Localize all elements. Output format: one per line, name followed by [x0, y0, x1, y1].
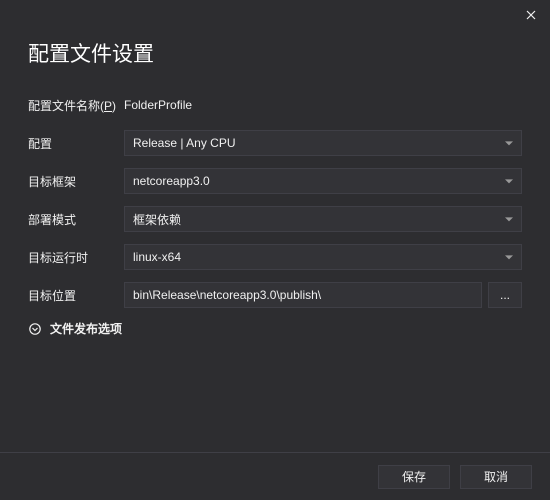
row-configuration: 配置 Release | Any CPU: [28, 130, 522, 156]
dialog-footer: 保存 取消: [0, 452, 550, 500]
select-deploy-mode[interactable]: 框架依赖: [124, 206, 522, 232]
row-target-location: 目标位置 bin\Release\netcoreapp3.0\publish\ …: [28, 282, 522, 308]
select-target-framework-value: netcoreapp3.0: [133, 174, 210, 188]
cancel-button[interactable]: 取消: [460, 465, 532, 489]
textbox-target-location[interactable]: bin\Release\netcoreapp3.0\publish\: [124, 282, 482, 308]
page-title: 配置文件设置: [28, 38, 522, 68]
save-button[interactable]: 保存: [378, 465, 450, 489]
select-configuration[interactable]: Release | Any CPU: [124, 130, 522, 156]
label-deploy-mode: 部署模式: [28, 211, 124, 228]
value-profile-name: FolderProfile: [124, 98, 192, 112]
label-target-runtime: 目标运行时: [28, 249, 124, 266]
browse-button[interactable]: ...: [488, 282, 522, 308]
label-target-framework: 目标框架: [28, 173, 124, 190]
select-target-runtime-value: linux-x64: [133, 250, 181, 264]
titlebar: [0, 0, 550, 30]
select-configuration-value: Release | Any CPU: [133, 136, 236, 150]
select-target-runtime[interactable]: linux-x64: [124, 244, 522, 270]
row-profile-name: 配置文件名称(P) FolderProfile: [28, 92, 522, 118]
expander-label: 文件发布选项: [50, 320, 122, 337]
label-configuration: 配置: [28, 135, 124, 152]
row-target-framework: 目标框架 netcoreapp3.0: [28, 168, 522, 194]
textbox-target-location-value: bin\Release\netcoreapp3.0\publish\: [133, 288, 321, 302]
row-target-runtime: 目标运行时 linux-x64: [28, 244, 522, 270]
close-icon[interactable]: [524, 8, 538, 22]
label-target-location: 目标位置: [28, 287, 124, 304]
file-publish-options-expander[interactable]: 文件发布选项: [28, 320, 522, 337]
row-deploy-mode: 部署模式 框架依赖: [28, 206, 522, 232]
label-profile-name: 配置文件名称(P): [28, 97, 124, 114]
select-deploy-mode-value: 框架依赖: [133, 211, 181, 228]
select-target-framework[interactable]: netcoreapp3.0: [124, 168, 522, 194]
chevron-down-icon: [28, 322, 42, 336]
dialog-content: 配置文件设置 配置文件名称(P) FolderProfile 配置 Releas…: [0, 30, 550, 337]
